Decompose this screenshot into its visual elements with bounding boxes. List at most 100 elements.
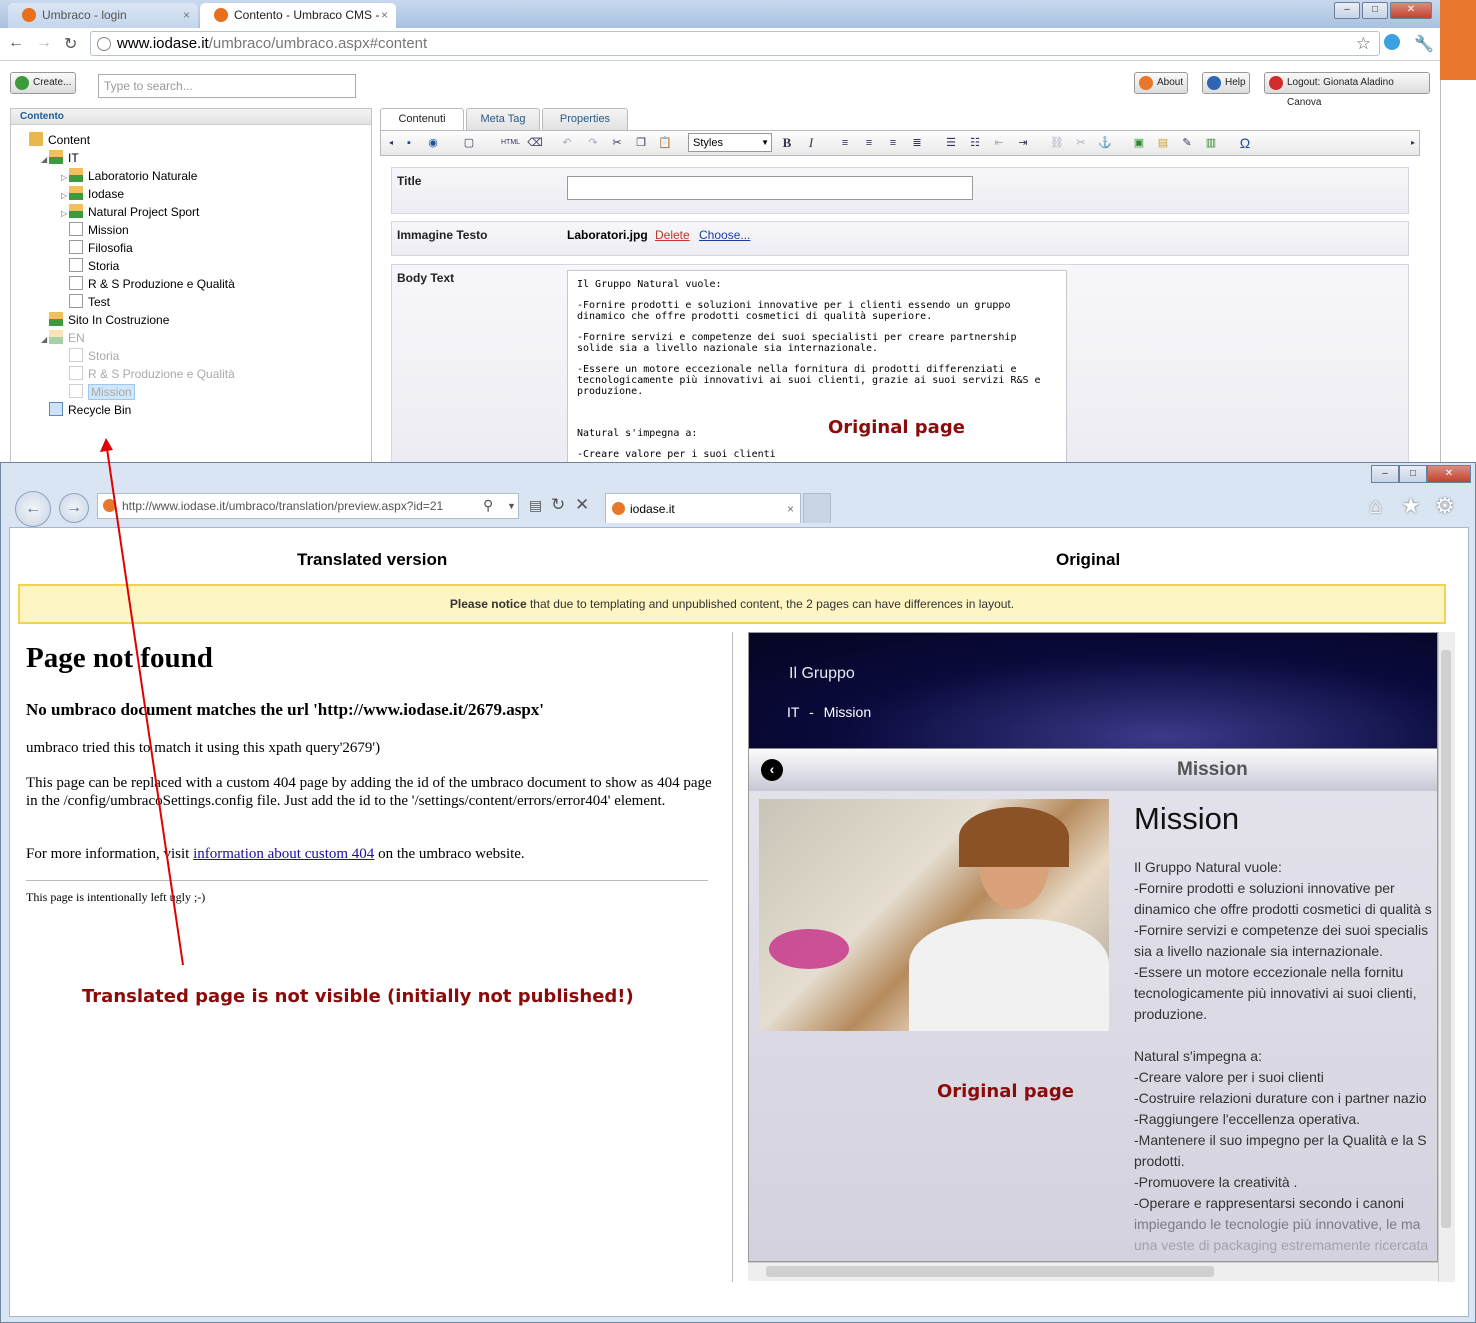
breadcrumb-mission[interactable]: Mission bbox=[824, 704, 871, 720]
tab-close-icon[interactable]: × bbox=[183, 3, 190, 27]
tree-node[interactable]: Content bbox=[21, 131, 361, 149]
home-icon[interactable]: ⌂ bbox=[1369, 493, 1382, 519]
unlink-icon[interactable]: ✂ bbox=[1073, 135, 1089, 151]
preview-icon[interactable]: ▢ bbox=[461, 135, 477, 151]
about-button[interactable]: About bbox=[1134, 72, 1188, 94]
address-bar[interactable]: www.iodase.it/umbraco/umbraco.aspx#conte… bbox=[90, 31, 1380, 56]
ie-tab[interactable]: iodase.it × bbox=[605, 493, 801, 523]
logout-button[interactable]: Logout: Gionata Aladino Canova bbox=[1264, 72, 1430, 108]
bold-icon[interactable]: B bbox=[779, 135, 795, 151]
align-left-icon[interactable]: ≡ bbox=[837, 135, 853, 151]
special-character-icon[interactable]: Ω bbox=[1237, 135, 1253, 151]
back-circle-icon[interactable]: ‹ bbox=[761, 759, 783, 781]
title-input[interactable] bbox=[567, 176, 973, 200]
address-bar[interactable]: http://www.iodase.it/umbraco/translation… bbox=[97, 493, 519, 519]
cut-icon[interactable]: ✂ bbox=[609, 135, 625, 151]
tree-node[interactable]: Storia bbox=[61, 347, 361, 365]
outdent-icon[interactable]: ⇤ bbox=[991, 135, 1007, 151]
maximize-button[interactable]: □ bbox=[1362, 2, 1388, 19]
custom-404-info-link[interactable]: information about custom 404 bbox=[193, 846, 374, 862]
toolbar-collapse-icon[interactable]: ◂ bbox=[383, 135, 399, 151]
align-right-icon[interactable]: ≡ bbox=[885, 135, 901, 151]
styles-select[interactable]: Styles ▼ bbox=[688, 133, 772, 152]
minimize-button[interactable]: – bbox=[1334, 2, 1360, 19]
insert-macro-icon[interactable]: ▤ bbox=[1155, 135, 1171, 151]
compatibility-view-icon[interactable]: ▤ bbox=[529, 497, 542, 514]
breadcrumb-it[interactable]: IT bbox=[787, 704, 799, 720]
chevron-down-icon[interactable]: ▼ bbox=[507, 501, 516, 511]
tree-node[interactable]: ◢ EN bbox=[41, 329, 361, 347]
toolbar-expand-icon[interactable]: ▸ bbox=[1405, 135, 1421, 151]
favorites-star-icon[interactable]: ★ bbox=[1401, 493, 1421, 519]
tree-toggle-icon[interactable]: ◢ bbox=[41, 151, 49, 169]
original-vertical-scrollbar[interactable] bbox=[1438, 632, 1455, 1282]
save-icon[interactable]: ▪ bbox=[401, 135, 417, 151]
tree-node[interactable]: ▷ Iodase bbox=[61, 185, 361, 203]
tab-meta-tag[interactable]: Meta Tag bbox=[466, 108, 540, 130]
tree-node[interactable]: Recycle Bin bbox=[41, 401, 361, 419]
help-button[interactable]: Help bbox=[1202, 72, 1250, 94]
tree-toggle-icon[interactable]: ◢ bbox=[41, 331, 49, 349]
create-button[interactable]: Create... bbox=[10, 72, 76, 94]
redo-icon[interactable]: ↷ bbox=[585, 135, 601, 151]
tree-node[interactable]: ▷ Laboratorio Naturale bbox=[61, 167, 361, 185]
tab-contenuti[interactable]: Contenuti bbox=[380, 108, 464, 130]
bookmark-star-icon[interactable]: ☆ bbox=[1356, 32, 1371, 55]
forward-arrow-icon[interactable]: → bbox=[36, 34, 52, 52]
close-window-button[interactable]: ✕ bbox=[1390, 2, 1432, 19]
tree-node[interactable]: R & S Produzione e Qualità bbox=[61, 275, 361, 293]
align-center-icon[interactable]: ≡ bbox=[861, 135, 877, 151]
skype-extension-icon[interactable] bbox=[1384, 34, 1400, 50]
refresh-icon[interactable]: ↻ bbox=[551, 495, 565, 515]
image-choose-link[interactable]: Choose... bbox=[699, 228, 750, 242]
tree-node[interactable]: ◢ IT bbox=[41, 149, 361, 167]
maximize-button[interactable]: □ bbox=[1399, 465, 1427, 483]
numbered-list-icon[interactable]: ☷ bbox=[967, 135, 983, 151]
anchor-icon[interactable]: ⚓ bbox=[1097, 135, 1113, 151]
tab-properties[interactable]: Properties bbox=[542, 108, 628, 130]
tree-node[interactable]: Mission bbox=[61, 221, 361, 239]
body-text-editor[interactable]: Il Gruppo Natural vuole: -Fornire prodott… bbox=[567, 270, 1067, 470]
back-arrow-icon[interactable]: ← bbox=[8, 34, 24, 52]
paste-icon[interactable]: 📋 bbox=[657, 135, 673, 151]
tree-node[interactable]: Sito In Costruzione bbox=[41, 311, 361, 329]
forward-arrow-icon[interactable]: → bbox=[59, 493, 89, 523]
scrollbar-thumb[interactable] bbox=[1441, 650, 1451, 1228]
tab-close-icon[interactable]: × bbox=[381, 3, 388, 27]
minimize-button[interactable]: – bbox=[1371, 465, 1399, 483]
original-horizontal-scrollbar[interactable] bbox=[748, 1262, 1438, 1281]
tree-node[interactable]: Filosofia bbox=[61, 239, 361, 257]
tree-node[interactable]: Mission bbox=[61, 383, 361, 401]
reload-icon[interactable]: ↻ bbox=[64, 34, 77, 54]
scrollbar-thumb[interactable] bbox=[766, 1266, 1214, 1277]
link-icon[interactable]: ⛓ bbox=[1049, 135, 1065, 151]
search-input[interactable]: Type to search... bbox=[98, 74, 356, 98]
bullet-list-icon[interactable]: ☰ bbox=[943, 135, 959, 151]
wrench-icon[interactable]: 🔧 bbox=[1414, 34, 1434, 54]
chrome-tab-login[interactable]: Umbraco - login × bbox=[8, 3, 198, 28]
tree-node[interactable]: R & S Produzione e Qualità bbox=[61, 365, 361, 383]
chrome-tab-content[interactable]: Contento - Umbraco CMS - × bbox=[200, 3, 396, 28]
align-justify-icon[interactable]: ≣ bbox=[909, 135, 925, 151]
copy-icon[interactable]: ❐ bbox=[633, 135, 649, 151]
tree-node[interactable]: Storia bbox=[61, 257, 361, 275]
new-tab-button[interactable] bbox=[803, 493, 831, 523]
tree-node[interactable]: Test bbox=[61, 293, 361, 311]
back-arrow-icon[interactable]: ← bbox=[15, 491, 51, 527]
tab-close-icon[interactable]: × bbox=[787, 494, 794, 524]
indent-icon[interactable]: ⇥ bbox=[1015, 135, 1031, 151]
eraser-icon[interactable]: ⌫ bbox=[527, 135, 543, 151]
close-window-button[interactable]: ✕ bbox=[1427, 465, 1471, 483]
tree-node[interactable]: ▷ Natural Project Sport bbox=[61, 203, 361, 221]
search-icon[interactable]: ⚲ bbox=[483, 497, 493, 514]
undo-icon[interactable]: ↶ bbox=[559, 135, 575, 151]
image-delete-link[interactable]: Delete bbox=[655, 228, 690, 242]
html-source-icon[interactable]: HTML bbox=[501, 135, 520, 151]
stop-icon[interactable]: ✕ bbox=[575, 495, 589, 515]
tools-gear-icon[interactable]: ⚙ bbox=[1435, 493, 1455, 519]
insert-media-icon[interactable]: ▥ bbox=[1203, 135, 1219, 151]
italic-icon[interactable]: I bbox=[803, 135, 819, 151]
insert-image-icon[interactable]: ▣ bbox=[1131, 135, 1147, 151]
edit-icon[interactable]: ✎ bbox=[1179, 135, 1195, 151]
save-publish-icon[interactable]: ◉ bbox=[425, 135, 441, 151]
